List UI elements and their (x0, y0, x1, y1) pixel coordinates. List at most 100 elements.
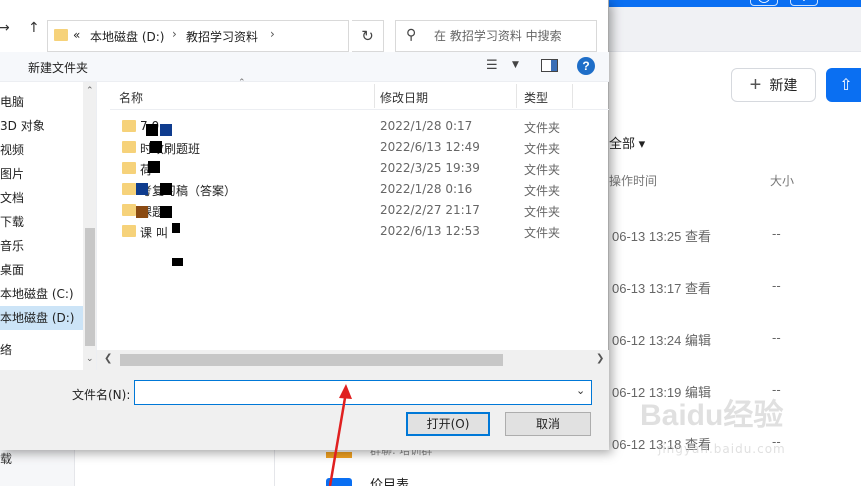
file-modified: 2022/6/13 12:49 (380, 140, 480, 154)
filename-label: 文件名(N): (72, 388, 131, 402)
file-type: 文件夹 (524, 184, 561, 198)
scroll-left-icon[interactable]: ❮ (104, 353, 112, 364)
address-bar[interactable]: « 本地磁盘 (D:) › 教招学习资料 › ⌄ (47, 20, 382, 52)
app-left-panel: 载 (0, 450, 75, 486)
scroll-thumb[interactable] (85, 228, 95, 346)
add-icon[interactable]: + (790, 0, 818, 6)
open-button[interactable]: 打开(O) (406, 412, 490, 436)
navigation-bar: → ↑ « 本地磁盘 (D:) › 教招学习资料 › ⌄ ↻ ⚲ (0, 8, 609, 52)
breadcrumb-folder[interactable]: 教招学习资料 (186, 28, 258, 45)
table-row[interactable]: 荷 2022/3/25 19:39 文件夹 (110, 158, 609, 179)
annotation-arrow (328, 384, 352, 486)
chevron-down-icon[interactable]: ⌄ (576, 384, 585, 397)
nav-item-pc[interactable]: 电脑 (0, 90, 84, 114)
plus-icon: + (749, 74, 762, 96)
table-row[interactable]: 时政刷题班 2022/6/13 12:49 文件夹 (110, 137, 609, 158)
scroll-thumb[interactable] (120, 354, 503, 366)
search-box[interactable]: ⚲ (395, 20, 597, 52)
breadcrumb-drive-d[interactable]: 本地磁盘 (D:) (90, 28, 164, 45)
view-options-icon[interactable]: ☰ (486, 58, 498, 73)
nav-item-drive-d[interactable]: 本地磁盘 (D:) (0, 306, 84, 330)
table-row[interactable]: 考复习稿（答案） 2022/1/28 0:16 文件夹 (110, 179, 609, 200)
file-type: 文件夹 (524, 205, 561, 219)
upload-button[interactable]: ⇧ (826, 68, 861, 102)
file-name: 课 叫 (140, 226, 168, 240)
nav-item-network[interactable]: 络 (0, 338, 84, 362)
redaction-mark (172, 258, 183, 266)
file-type: 文件夹 (524, 226, 561, 240)
watermark-url: jingyan.baidu.com (658, 442, 786, 456)
watermark-logo: Baidu经验 (640, 399, 784, 432)
column-header-size[interactable]: 大小 (770, 172, 794, 189)
file-modified: 2022/3/25 19:39 (380, 161, 480, 175)
folder-icon (122, 141, 136, 153)
preview-pane-icon[interactable] (541, 59, 558, 72)
left-panel-text: 载 (0, 452, 13, 466)
file-name: 时政刷题班 (140, 142, 201, 156)
row-size: -- (772, 330, 781, 345)
scroll-down-icon[interactable]: ⌄ (86, 354, 94, 364)
list-item[interactable]: 06-12 13:24 编辑 -- (609, 330, 861, 350)
row-time: 06-12 13:24 编辑 (612, 333, 712, 348)
table-row[interactable]: 课 叫 2022/6/13 12:53 文件夹 (110, 221, 609, 242)
new-button[interactable]: + 新建 (731, 68, 816, 102)
nav-item-desktop[interactable]: 桌面 (0, 258, 84, 282)
chevron-right-icon[interactable]: › (270, 27, 275, 41)
redaction-mark (160, 183, 172, 195)
filter-all-dropdown[interactable]: 全部 ▾ (609, 133, 645, 152)
column-divider[interactable] (374, 84, 375, 108)
column-divider[interactable] (572, 84, 573, 108)
nav-item-documents[interactable]: 文档 (0, 186, 84, 210)
nav-scrollbar[interactable]: ⌃ ⌄ (83, 82, 96, 370)
file-name: 考复习稿（答案） (140, 184, 237, 198)
folder-icon (54, 29, 68, 41)
scroll-up-icon[interactable]: ⌃ (86, 86, 94, 96)
help-icon[interactable]: ? (577, 57, 595, 75)
folder-icon (122, 204, 136, 216)
nav-item-drive-c[interactable]: 本地磁盘 (C:) (0, 282, 84, 306)
search-input[interactable] (434, 27, 584, 45)
new-folder-button[interactable]: 新建文件夹 (28, 59, 88, 76)
horizontal-scrollbar[interactable]: ❮ ❯ (97, 350, 609, 370)
list-item[interactable]: 06-13 13:25 查看 -- (609, 226, 861, 246)
refresh-button[interactable]: ↻ (352, 20, 384, 52)
cancel-button[interactable]: 取消 (505, 412, 591, 436)
file-modified: 2022/2/27 21:17 (380, 203, 480, 217)
row-time: 06-13 13:25 查看 (612, 229, 712, 244)
dialog-toolbar: 新建文件夹 ☰ ▼ ? (0, 52, 609, 82)
new-button-label: 新建 (769, 77, 798, 93)
row-time: 06-13 13:17 查看 (612, 281, 712, 296)
row-size: -- (772, 226, 781, 241)
breadcrumb-overflow[interactable]: « (73, 28, 80, 42)
column-header-name[interactable]: 名称 (119, 89, 143, 106)
up-arrow-icon[interactable]: ↑ (28, 20, 40, 36)
column-divider[interactable] (516, 84, 517, 108)
account-icon[interactable]: ○ (750, 0, 778, 6)
file-list: ⌃ 名称 修改日期 类型 7 0 2022/1/28 0:17 文件夹 时政刷题… (110, 78, 609, 350)
chevron-right-icon[interactable]: › (172, 27, 177, 41)
app-sub-bar (609, 7, 861, 52)
forward-arrow-icon[interactable]: → (0, 20, 10, 36)
column-header-type[interactable]: 类型 (524, 89, 548, 106)
nav-item-pictures[interactable]: 图片 (0, 162, 84, 186)
chevron-down-icon[interactable]: ▼ (512, 60, 519, 70)
folder-icon (122, 162, 136, 174)
nav-item-3d-objects[interactable]: 3D 对象 (0, 114, 84, 138)
nav-item-videos[interactable]: 视频 (0, 138, 84, 162)
table-row[interactable]: 课题 2022/2/27 21:17 文件夹 (110, 200, 609, 221)
table-row[interactable]: 7 0 2022/1/28 0:17 文件夹 (110, 116, 609, 137)
folder-icon (122, 183, 136, 195)
file-type: 文件夹 (524, 121, 561, 135)
file-type: 文件夹 (524, 163, 561, 177)
column-header-operation-time[interactable]: 操作时间 (609, 172, 657, 189)
column-header-modified[interactable]: 修改日期 (380, 89, 428, 106)
file-modified: 2022/1/28 0:17 (380, 119, 473, 133)
nav-item-downloads[interactable]: 下载 (0, 210, 84, 234)
scroll-right-icon[interactable]: ❯ (596, 353, 604, 364)
nav-item-music[interactable]: 音乐 (0, 234, 84, 258)
redaction-mark (136, 183, 148, 195)
redaction-mark (150, 141, 162, 153)
file-list-header: ⌃ 名称 修改日期 类型 (110, 78, 609, 110)
refresh-icon: ↻ (361, 27, 374, 45)
list-item[interactable]: 06-13 13:17 查看 -- (609, 278, 861, 298)
